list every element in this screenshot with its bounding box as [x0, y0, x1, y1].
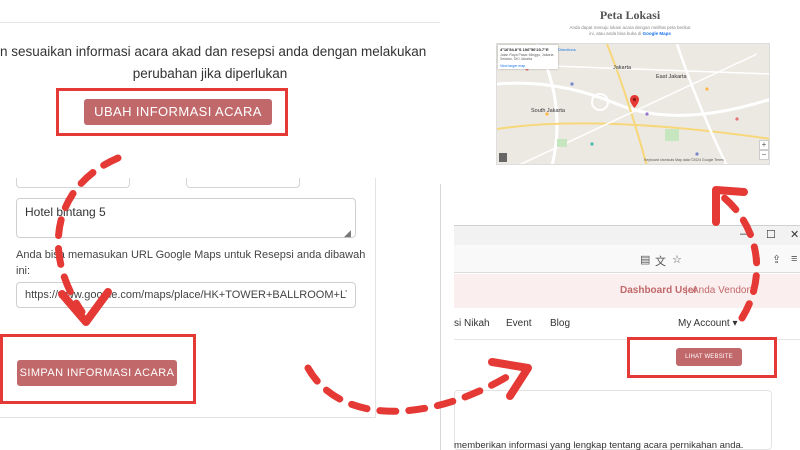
translate-icon[interactable]: 文 [655, 253, 666, 269]
venue-textarea[interactable]: Hotel bintang 5 [16, 198, 356, 238]
minimize-button[interactable]: — [740, 228, 751, 240]
map-address: Jalan Raya Pasar Minggu, Jakarta Selatan… [500, 53, 554, 61]
zoom-in-button[interactable]: + [759, 140, 769, 150]
map-coordinates: 4°16'54.8"S 106°50'23.7"E [500, 47, 549, 52]
map-subtitle-text: ini, atau anda bisa buka di [589, 31, 642, 36]
maps-info-text-line1: Anda bisa memasukan URL Google Maps untu… [16, 249, 366, 261]
google-maps-link[interactable]: Google Maps [643, 31, 671, 36]
maximize-button[interactable]: ☐ [766, 228, 776, 241]
map-label-east-jakarta: East Jakarta [656, 74, 687, 80]
nav-item-my-account[interactable]: My Account ▾ [678, 318, 738, 329]
nav-item-nikah[interactable]: si Nikah [454, 318, 490, 329]
nav-item-blog[interactable]: Blog [550, 318, 570, 329]
info-description-line2: perubahan jika diperlukan [132, 66, 288, 81]
address-bar[interactable] [454, 245, 800, 273]
maps-url-input[interactable] [16, 282, 356, 308]
divider [0, 22, 440, 23]
maps-info-text-line2: ini: [16, 265, 31, 277]
extensions-icon[interactable]: ◑ [754, 253, 761, 265]
date-input-partial[interactable] [16, 178, 130, 188]
star-icon[interactable]: ☆ [672, 253, 682, 266]
info-description-line1: n sesuaikan informasi acara akad dan res… [0, 44, 427, 59]
separator: | [685, 285, 688, 296]
time-input-partial[interactable] [186, 178, 300, 188]
map-footer: Keyboard shortcuts Map data ©2024 Google… [644, 158, 724, 162]
menu-icon[interactable]: ≡ [791, 253, 797, 265]
info-card-text: memberikan informasi yang lengkap tentan… [454, 440, 744, 450]
nav-item-event[interactable]: Event [506, 318, 532, 329]
vendor-link[interactable]: Anda Vendor? [692, 285, 755, 296]
edit-event-info-button[interactable]: UBAH INFORMASI ACARA [84, 99, 272, 125]
zoom-out-button[interactable]: − [759, 150, 769, 160]
resize-grip-icon[interactable]: ◢ [344, 228, 351, 239]
save-event-info-button[interactable]: SIMPAN INFORMASI ACARA [17, 360, 177, 386]
location-pin-icon[interactable] [630, 95, 639, 113]
reader-icon[interactable]: ▤ [640, 253, 650, 266]
share-icon[interactable]: ⇪ [772, 253, 781, 266]
map-label-jakarta: Jakarta [613, 65, 632, 71]
street-view-icon[interactable] [499, 153, 507, 162]
close-window-button[interactable]: ✕ [790, 228, 799, 241]
view-larger-map-link[interactable]: View larger map [500, 64, 525, 68]
directions-link[interactable]: Directions [558, 47, 576, 52]
map-subtitle-line1: Anda dapat menuju lokasi acara dengan me… [569, 25, 691, 30]
map-subtitle-line2: ini, atau anda bisa buka di Google Maps [520, 31, 740, 36]
map-title: Peta Lokasi [599, 8, 661, 22]
map-label-south-jakarta: South Jakarta [531, 108, 565, 114]
view-website-button[interactable]: LIHAT WEBSITE [676, 348, 742, 366]
